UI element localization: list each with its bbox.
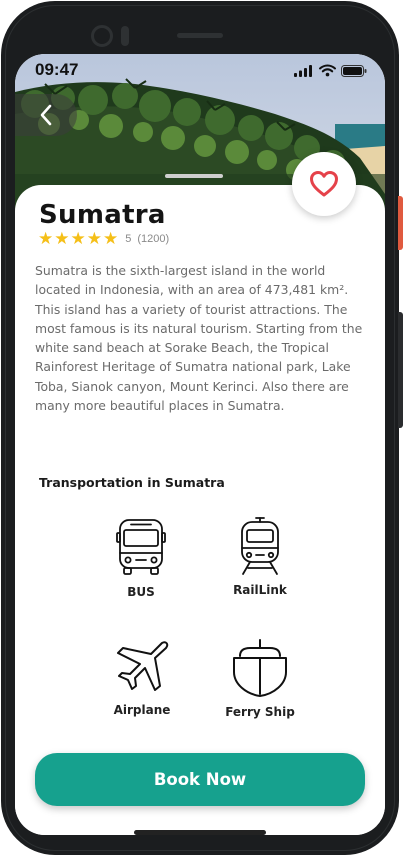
status-bar: 09:47: [15, 54, 385, 88]
status-time: 09:47: [35, 60, 79, 79]
heart-icon: [310, 171, 338, 197]
front-camera: [91, 25, 113, 47]
speaker-grille: [177, 33, 223, 38]
chevron-left-icon: [40, 104, 52, 126]
rating: ★★★★★ 5 (1200): [38, 230, 169, 248]
drag-handle[interactable]: [165, 174, 223, 178]
transport-label: Airplane: [113, 703, 171, 717]
transport-option-ferry-ship[interactable]: Ferry Ship: [218, 638, 302, 719]
transport-label: BUS: [127, 585, 155, 599]
battery-icon: [341, 64, 367, 77]
favorite-button[interactable]: [292, 152, 356, 216]
transport-label: RailLink: [233, 583, 287, 597]
side-button: [398, 312, 403, 428]
rating-value: 5: [125, 233, 132, 245]
rating-count: (1200): [137, 233, 170, 245]
bus-icon: [116, 519, 166, 575]
home-indicator[interactable]: [134, 830, 266, 835]
destination-description: Sumatra is the sixth-largest island in t…: [35, 263, 363, 414]
destination-title: Sumatra: [39, 200, 166, 230]
screen: 09:47 Sumatra ★★★★★ 5 (1200) Sumatra is …: [15, 54, 385, 835]
book-now-button[interactable]: Book Now: [35, 753, 365, 806]
transport-option-airplane[interactable]: Airplane: [101, 638, 183, 717]
transport-option-raillink[interactable]: RailLink: [220, 516, 300, 597]
train-icon: [241, 517, 279, 575]
transport-label: Ferry Ship: [225, 705, 295, 719]
ship-icon: [233, 639, 287, 697]
side-button: [398, 196, 403, 250]
wifi-icon: [319, 64, 336, 77]
transportation-heading: Transportation in Sumatra: [39, 475, 225, 490]
star-rating-icon: ★★★★★: [38, 229, 120, 248]
airplane-icon: [117, 641, 169, 691]
status-icons: [294, 64, 367, 77]
back-button[interactable]: [15, 94, 77, 136]
signal-icon: [294, 64, 312, 77]
sensor: [121, 26, 129, 46]
transport-option-bus[interactable]: BUS: [103, 516, 179, 599]
